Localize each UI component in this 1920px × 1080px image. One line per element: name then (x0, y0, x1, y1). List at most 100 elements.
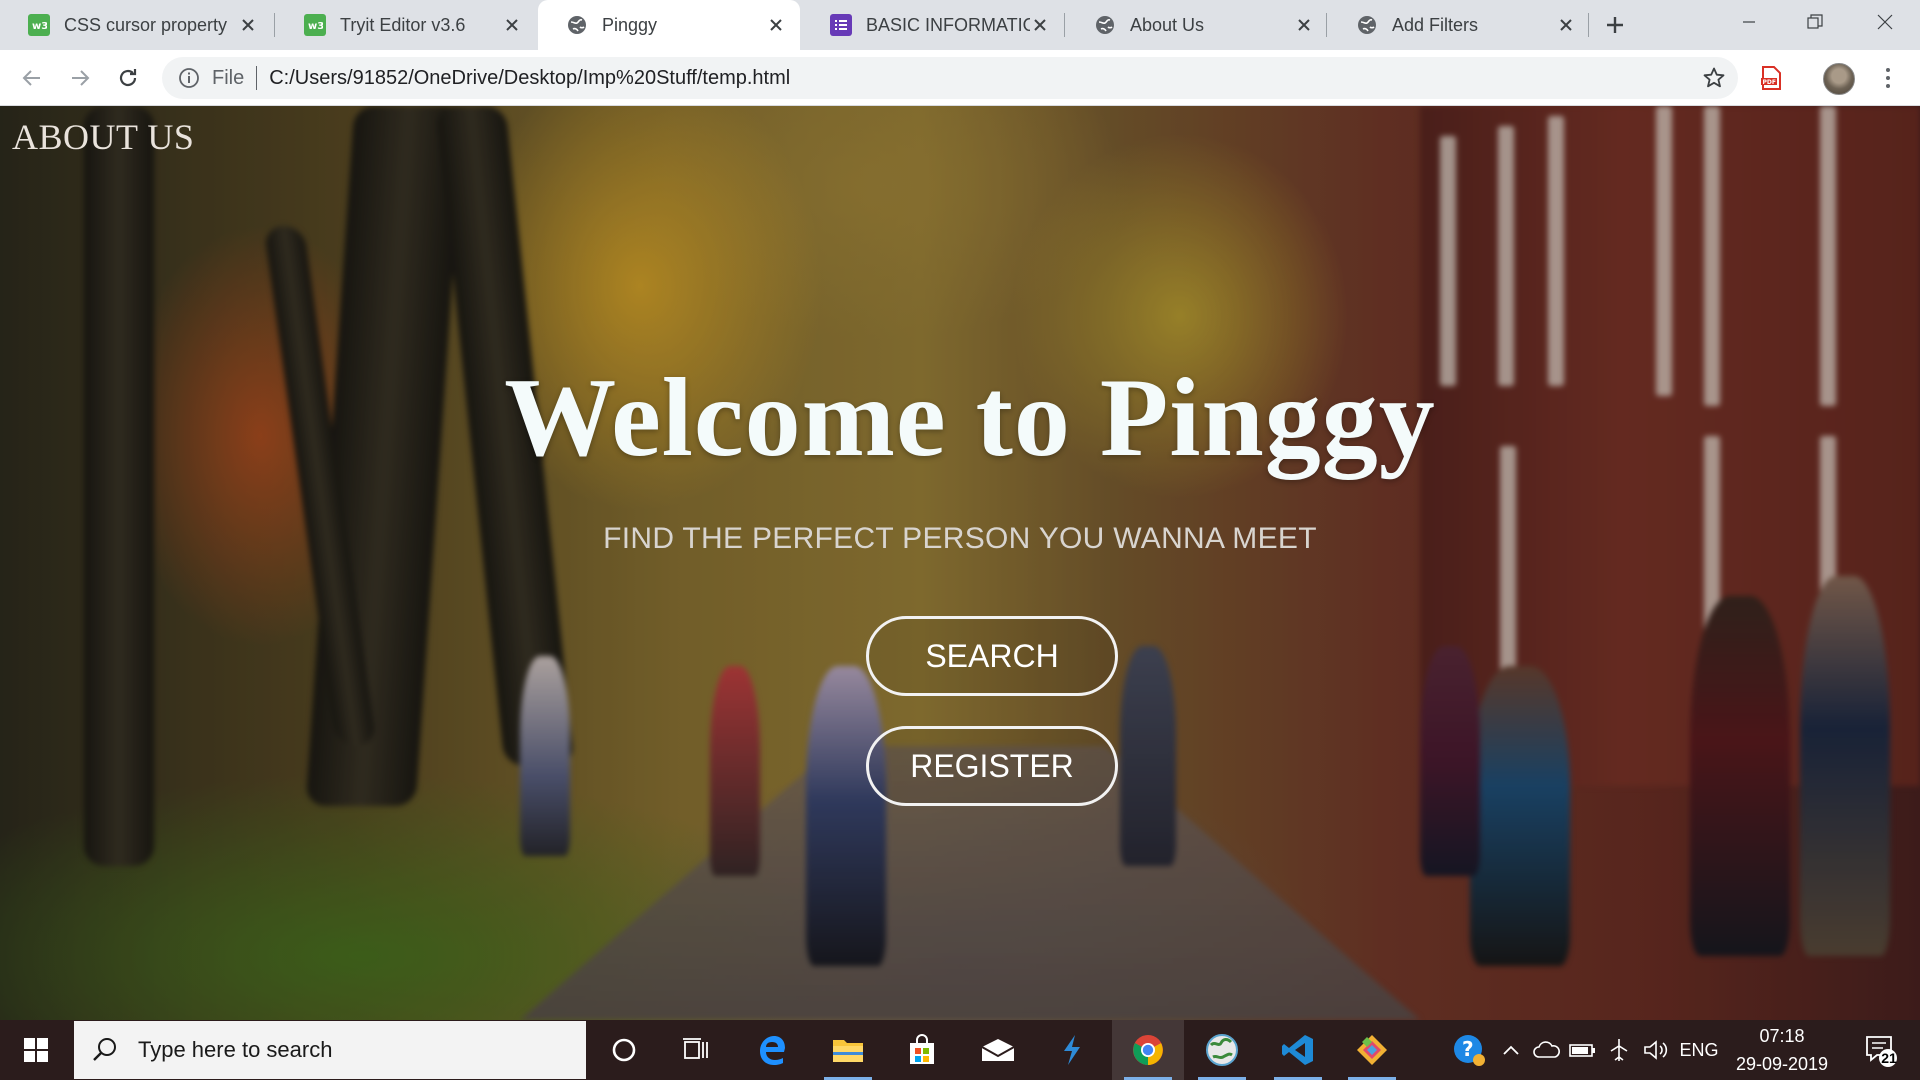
task-view-icon (683, 1038, 708, 1059)
git-app-button[interactable] (1336, 1020, 1408, 1080)
lightning-app-icon (1064, 1035, 1080, 1065)
about-us-link[interactable]: ABOUT US (12, 116, 194, 158)
globe-icon (1094, 14, 1116, 36)
git-diamond-icon (1357, 1035, 1387, 1065)
close-tab-icon[interactable] (238, 15, 258, 35)
globe-icon (566, 14, 588, 36)
chrome-button[interactable] (1112, 1020, 1184, 1080)
file-scheme-label: File (212, 66, 245, 89)
browser-toolbar: File C:/Users/91852/OneDrive/Desktop/Imp… (0, 50, 1920, 106)
restore-button[interactable] (1782, 0, 1848, 44)
minimize-icon (1743, 21, 1755, 23)
address-bar[interactable]: File C:/Users/91852/OneDrive/Desktop/Imp… (162, 57, 1738, 99)
windows-logo-icon (24, 1038, 48, 1062)
bookmark-star-icon[interactable] (1702, 66, 1726, 90)
volume-icon[interactable] (1638, 1020, 1672, 1080)
onedrive-icon[interactable] (1530, 1020, 1564, 1080)
edge-button[interactable] (736, 1020, 808, 1080)
arrow-right-icon (72, 70, 90, 86)
background-overlay (0, 106, 1920, 1020)
cortana-button[interactable] (588, 1020, 660, 1080)
browser-menu-icon[interactable] (1874, 64, 1902, 92)
url-text[interactable]: C:/Users/91852/OneDrive/Desktop/Imp%20St… (269, 67, 790, 90)
tab-separator (1064, 13, 1065, 37)
app-button[interactable] (1036, 1020, 1108, 1080)
vscode-icon (1282, 1035, 1313, 1065)
close-tab-icon[interactable] (502, 15, 522, 35)
forms-icon (830, 14, 852, 36)
divider (256, 66, 258, 90)
mail-icon (981, 1039, 1015, 1061)
tab-title: Pinggy (602, 14, 658, 35)
windows-taskbar: Type here to search ? ENG 07:18 29-09-20… (0, 1020, 1920, 1080)
notification-count: 21 (1881, 1050, 1897, 1066)
tab-separator (1588, 13, 1589, 37)
tab-title: Add Filters (1392, 14, 1479, 35)
tab-title: CSS cursor property (64, 14, 228, 35)
forward-button[interactable] (60, 58, 100, 98)
clock-time: 07:18 (1759, 1026, 1805, 1046)
tab-css-cursor-property[interactable]: w3 CSS cursor property (0, 0, 272, 50)
back-button[interactable] (12, 58, 52, 98)
restore-icon (1807, 14, 1823, 29)
task-view-button[interactable] (660, 1020, 732, 1080)
hero-subtitle: FIND THE PERFECT PERSON YOU WANNA MEET (603, 522, 1317, 555)
language-indicator[interactable]: ENG (1676, 1020, 1722, 1080)
vscode-button[interactable] (1262, 1020, 1334, 1080)
search-icon (93, 1038, 116, 1061)
folder-icon (833, 1040, 863, 1062)
store-icon (910, 1034, 934, 1064)
edge-icon (760, 1036, 785, 1065)
close-tab-icon[interactable] (1030, 15, 1050, 35)
svg-text:w3: w3 (32, 21, 47, 31)
close-tab-icon[interactable] (1294, 15, 1314, 35)
tab-about-us[interactable]: About Us (1066, 0, 1328, 50)
search-placeholder: Type here to search (138, 1037, 333, 1062)
airplane-mode-icon[interactable] (1602, 1020, 1636, 1080)
page-viewport: ABOUT US Welcome to Pinggy FIND THE PERF… (0, 106, 1920, 1020)
action-center-button[interactable]: 21 (1852, 1020, 1910, 1080)
info-icon[interactable] (178, 67, 200, 89)
close-window-button[interactable] (1852, 0, 1918, 44)
start-button[interactable] (0, 1020, 72, 1080)
battery-icon[interactable] (1566, 1020, 1600, 1080)
browser-tab-strip: w3 CSS cursor property w3 Tryit Editor v… (0, 0, 1920, 50)
profile-avatar[interactable] (1823, 63, 1855, 95)
globe-icon (1356, 14, 1378, 36)
cortana-icon (612, 1038, 636, 1062)
chrome-icon (1133, 1035, 1163, 1065)
search-button[interactable]: SEARCH (866, 616, 1118, 696)
tab-separator (1326, 13, 1327, 37)
tab-title: About Us (1130, 14, 1205, 35)
tab-separator (274, 13, 275, 37)
reload-button[interactable] (108, 58, 148, 98)
close-tab-icon[interactable] (766, 15, 786, 35)
help-tray-icon[interactable]: ? (1448, 1020, 1490, 1080)
close-icon (1877, 14, 1893, 30)
taskbar-clock[interactable]: 07:18 29-09-2019 (1722, 1020, 1842, 1080)
mail-button[interactable] (962, 1020, 1034, 1080)
store-button[interactable] (886, 1020, 958, 1080)
new-tab-button[interactable] (1598, 8, 1632, 42)
taskbar-search[interactable]: Type here to search (74, 1021, 586, 1079)
tab-basic-information[interactable]: BASIC INFORMATION (802, 0, 1064, 50)
w3schools-icon: w3 (304, 14, 326, 36)
clock-date: 29-09-2019 (1735, 1054, 1829, 1074)
chevron-up-icon[interactable] (1496, 1020, 1526, 1080)
pdf-extension-icon[interactable]: PDF (1758, 65, 1784, 91)
globe-app-button[interactable] (1186, 1020, 1258, 1080)
close-tab-icon[interactable] (1556, 15, 1576, 35)
w3schools-icon: w3 (28, 14, 50, 36)
tab-add-filters[interactable]: Add Filters (1328, 0, 1590, 50)
plus-icon (1607, 17, 1623, 33)
arrow-left-icon (22, 70, 40, 86)
globe-app-icon (1206, 1034, 1238, 1066)
minimize-button[interactable] (1716, 0, 1782, 44)
tab-tryit-editor[interactable]: w3 Tryit Editor v3.6 (276, 0, 536, 50)
file-explorer-button[interactable] (812, 1020, 884, 1080)
hero-title: Welcome to Pinggy (504, 356, 1436, 480)
svg-text:PDF: PDF (1763, 79, 1776, 86)
tab-pinggy[interactable]: Pinggy (538, 0, 800, 50)
register-button[interactable]: REGISTER (866, 726, 1118, 806)
reload-icon (119, 69, 137, 87)
